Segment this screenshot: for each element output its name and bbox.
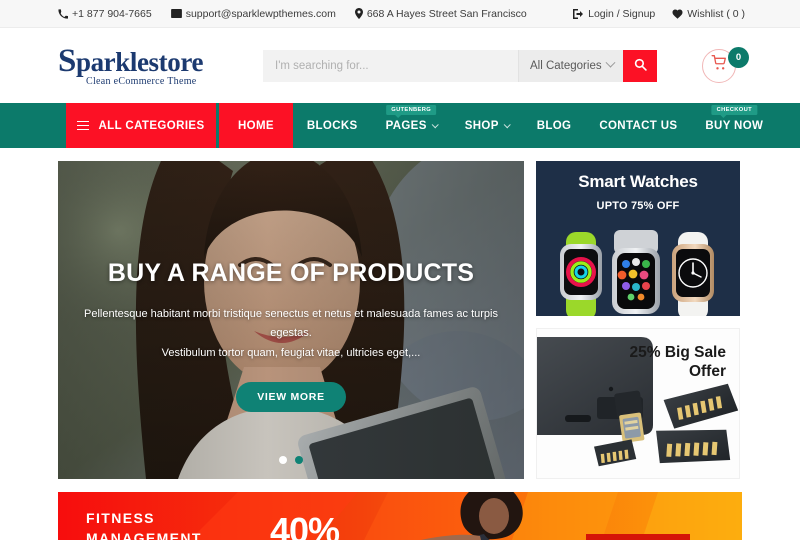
big-sale-title: 25% Big Sale Offer [606,343,727,382]
cart-widget[interactable]: 0 [702,46,749,83]
fitness-headline: FITNESS MANAGEMENT [86,508,202,540]
logo-name: Sparklestore [58,42,204,79]
email-address: support@sparklewpthemes.com [185,7,336,20]
smart-watches-subtitle: UPTO 75% OFF [596,200,680,212]
site-header: Sparklestore Clean eCommerce Theme All C… [0,28,800,103]
cart-button[interactable]: 0 [702,46,749,83]
site-logo[interactable]: Sparklestore Clean eCommerce Theme [58,42,258,87]
search-category-select[interactable]: All Categories [518,49,623,82]
hero-description-line-1: Pellentesque habitant morbi tristique se… [84,308,498,340]
big-sale-title-line-1: 25% Big Sale [629,344,727,361]
search-bar: All Categories [263,49,657,82]
search-icon [634,58,647,74]
nav-item-blog[interactable]: BLOG [523,103,586,148]
location-pin-icon [354,8,363,19]
wishlist-link[interactable]: Wishlist ( 0 ) [672,8,745,20]
smart-watches-image [560,230,714,316]
phone-contact[interactable]: +1 877 904-7665 [58,8,152,20]
nav-label-pages: PAGES [385,119,427,132]
envelope-icon [170,9,182,18]
nav-item-home[interactable]: HOME [219,103,293,148]
search-submit-button[interactable] [623,49,657,82]
content-area: BUY A RANGE OF PRODUCTS Pellentesque hab… [0,148,800,479]
top-bar-contact-group: +1 877 904-7665 support@sparklewpthemes.… [58,8,527,20]
sign-in-icon [573,8,584,19]
nav-item-blocks[interactable]: BLOCKS [293,103,372,148]
nav-label-contact-us: CONTACT US [599,119,678,132]
top-bar: +1 877 904-7665 support@sparklewpthemes.… [0,0,800,28]
nav-item-contact-us[interactable]: CONTACT US [585,103,691,148]
nav-item-buy-now[interactable]: CHECKOUT BUY NOW [691,103,777,148]
hero-view-more-button[interactable]: VIEW MORE [236,381,346,412]
fitness-headline-line-1: FITNESS [86,510,155,526]
hero-slider[interactable]: BUY A RANGE OF PRODUCTS Pellentesque hab… [58,161,524,479]
wishlist-label: Wishlist ( 0 ) [687,7,745,20]
search-category-label: All Categories [530,59,602,72]
cart-count-badge: 0 [728,46,749,68]
address-text: 668 A Hayes Street San Francisco [366,7,527,20]
nav-label-shop: SHOP [464,119,499,132]
banner-smart-watches[interactable]: Smart Watches UPTO 75% OFF [536,161,740,316]
slider-dot-1[interactable] [279,456,287,464]
big-sale-title-line-2: Offer [688,363,726,381]
nav-item-shop[interactable]: SHOP [451,103,523,148]
fitness-discount-percent: 40% [270,510,340,540]
slider-dot-2[interactable] [295,456,303,464]
shopping-cart-icon [711,55,728,76]
chevron-down-icon [605,57,616,68]
banner-fitness-management[interactable]: FITNESS MANAGEMENT 40% [58,492,742,540]
hero-description-line-2: Vestibulum tortor quam, feugiat vitae, u… [161,346,421,359]
smart-watches-title: Smart Watches [578,172,698,191]
nav-item-list: HOME BLOCKS GUTENBERG PAGES SHOP BLOG CO… [219,103,777,148]
side-banner-column: Smart Watches UPTO 75% OFF 25% Big Sale … [536,161,740,479]
all-categories-button[interactable]: ALL CATEGORIES [66,103,216,148]
fitness-headline-line-2: MANAGEMENT [86,530,202,540]
nav-badge-checkout: CHECKOUT [711,105,757,119]
all-categories-label: ALL CATEGORIES [98,119,205,132]
nav-item-pages[interactable]: GUTENBERG PAGES [372,103,451,148]
top-bar-account-group: Login / Signup Wishlist ( 0 ) [573,8,745,20]
hamburger-menu-icon [77,120,90,131]
login-signup-link[interactable]: Login / Signup [573,8,655,20]
hero-description: Pellentesque habitant morbi tristique se… [82,305,500,363]
chevron-down-icon [503,121,511,129]
nav-badge-gutenberg: GUTENBERG [386,105,437,119]
fitness-cta-button[interactable] [586,534,690,540]
phone-number: +1 877 904-7665 [72,7,152,20]
hero-caption: BUY A RANGE OF PRODUCTS Pellentesque hab… [58,259,524,412]
login-signup-label: Login / Signup [588,7,656,20]
nav-label-blog: BLOG [536,119,572,132]
chevron-down-icon [431,121,439,129]
hero-title: BUY A RANGE OF PRODUCTS [107,259,475,287]
phone-icon [58,8,68,19]
hero-slider-dots [58,456,524,464]
address-contact[interactable]: 668 A Hayes Street San Francisco [354,7,527,20]
nav-label-blocks: BLOCKS [306,119,358,132]
banner-big-sale-offer[interactable]: 25% Big Sale Offer [536,328,740,479]
heart-icon [672,9,683,19]
email-contact[interactable]: support@sparklewpthemes.com [170,7,336,20]
main-navigation: ALL CATEGORIES HOME BLOCKS GUTENBERG PAG… [0,103,800,148]
nav-label-home: HOME [238,119,274,132]
search-input[interactable] [263,49,518,82]
nav-label-buy-now: BUY NOW [705,119,764,132]
